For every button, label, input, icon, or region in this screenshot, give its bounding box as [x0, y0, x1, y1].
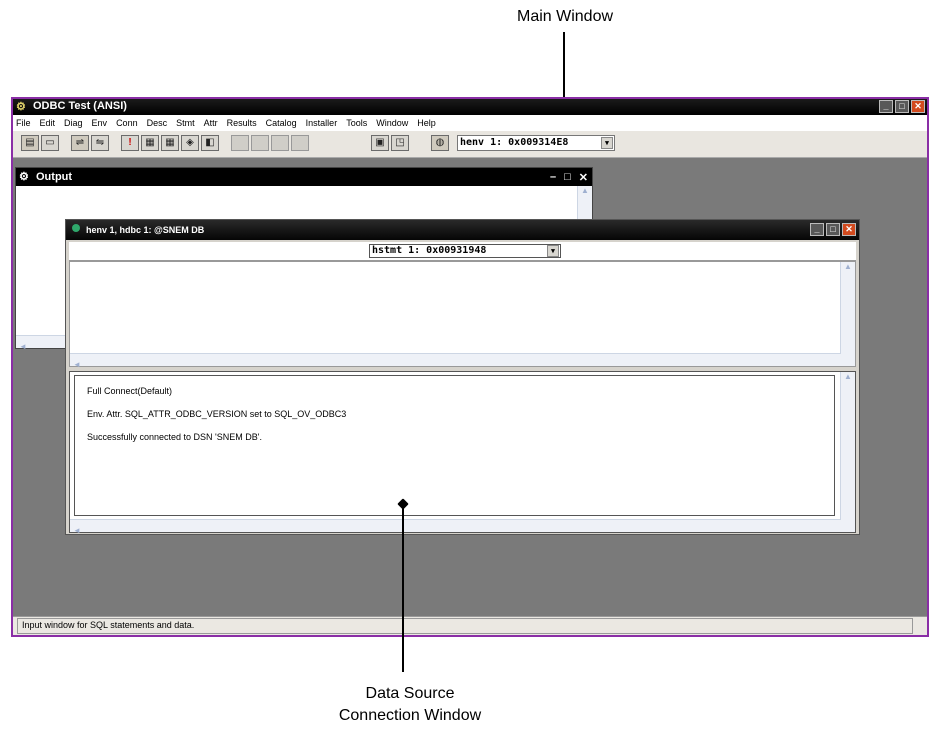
window-cascade-icon[interactable]: ◳	[391, 135, 409, 151]
scroll-left-icon[interactable]: ◄	[70, 360, 81, 369]
close-icon[interactable]: ✕	[911, 100, 925, 113]
disabled-button-4[interactable]	[291, 135, 309, 151]
result-line: Full Connect(Default)	[87, 386, 173, 396]
leader-line-connection	[402, 505, 404, 672]
connection-status-icon	[72, 224, 80, 232]
hstmt-bar: hstmt 1: 0x00931948 ▼	[69, 242, 856, 261]
status-text: Input window for SQL statements and data…	[17, 618, 913, 634]
connection-window-title: henv 1, hdbc 1: @SNEM DB	[86, 225, 205, 235]
minimize-icon[interactable]: _	[810, 223, 824, 236]
menu-attr[interactable]: Attr	[204, 118, 218, 128]
hstmt-select[interactable]: hstmt 1: 0x00931948 ▼	[369, 244, 561, 258]
window-tile-icon[interactable]: ▣	[371, 135, 389, 151]
scroll-up-icon[interactable]: ▲	[841, 372, 855, 381]
menu-help[interactable]: Help	[417, 118, 436, 128]
scroll-left-icon[interactable]: ◄	[16, 342, 27, 351]
execute-icon[interactable]: !	[121, 135, 139, 151]
main-window-title: ODBC Test (ANSI)	[33, 100, 127, 112]
connect-icon[interactable]: ⇌	[71, 135, 89, 151]
output-titlebar: ⚙ Output – □ ✕	[16, 168, 592, 186]
close-icon[interactable]: ✕	[842, 223, 856, 236]
toolbar: ▤ ▭ ⇌ ⇋ ! ▦ ▦ ◈ ◧ ▣ ◳ ◍ henv 1: 0x009314…	[13, 131, 927, 158]
menu-file[interactable]: File	[16, 118, 31, 128]
close-icon[interactable]: ✕	[579, 171, 588, 184]
menu-env[interactable]: Env	[92, 118, 108, 128]
minimize-icon[interactable]: _	[879, 100, 893, 113]
menu-tools[interactable]: Tools	[346, 118, 367, 128]
input-horizontal-scrollbar[interactable]: ◄	[70, 353, 841, 369]
callout-main-window: Main Window	[516, 8, 614, 25]
disabled-button-2[interactable]	[251, 135, 269, 151]
menu-conn[interactable]: Conn	[116, 118, 138, 128]
menu-installer[interactable]: Installer	[306, 118, 338, 128]
result-line: Successfully connected to DSN 'SNEM DB'.	[87, 432, 263, 442]
main-titlebar: ⚙ ODBC Test (ANSI) _ □ ✕	[13, 99, 927, 115]
odbc-plug-icon: ⚙	[16, 101, 26, 113]
get-all-icon[interactable]: ◧	[201, 135, 219, 151]
hstmt-select-value: hstmt 1: 0x00931948	[372, 245, 487, 256]
maximize-icon[interactable]: □	[826, 223, 840, 236]
menu-window[interactable]: Window	[376, 118, 408, 128]
results-pane: Full Connect(Default) Env. Attr. SQL_ATT…	[69, 371, 856, 535]
results-horizontal-scrollbar[interactable]: ◄	[70, 519, 841, 535]
output-window-title: Output	[36, 171, 73, 183]
connection-window: henv 1, hdbc 1: @SNEM DB _ □ ✕ hstmt 1: …	[65, 219, 860, 535]
results-vertical-scrollbar[interactable]: ▲	[840, 372, 855, 532]
menu-catalog[interactable]: Catalog	[266, 118, 297, 128]
chevron-down-icon[interactable]: ▼	[601, 137, 613, 149]
callout-connection-window: Data Source Connection Window	[250, 683, 570, 727]
callout-connection-line2: Connection Window	[338, 707, 482, 724]
save-icon[interactable]: ▭	[41, 135, 59, 151]
input-vertical-scrollbar[interactable]: ▲	[840, 262, 855, 366]
fetch-icon[interactable]: ▦	[141, 135, 159, 151]
menubar: File Edit Diag Env Conn Desc Stmt Attr R…	[13, 115, 927, 131]
results-log[interactable]: Full Connect(Default) Env. Attr. SQL_ATT…	[74, 375, 835, 516]
open-folder-icon[interactable]: ▤	[21, 135, 39, 151]
output-window-controls: – □ ✕	[550, 171, 588, 184]
options-icon[interactable]: ◍	[431, 135, 449, 151]
henv-select[interactable]: henv 1: 0x009314E8 ▼	[457, 135, 615, 151]
menu-desc[interactable]: Desc	[147, 118, 168, 128]
callout-connection-line1: Data Source	[365, 685, 455, 702]
henv-select-value: henv 1: 0x009314E8	[460, 137, 569, 148]
maximize-icon[interactable]: □	[895, 100, 909, 113]
menu-results[interactable]: Results	[227, 118, 257, 128]
maximize-icon[interactable]: □	[564, 171, 571, 184]
disabled-button-3[interactable]	[271, 135, 289, 151]
table-icon[interactable]: ▦	[161, 135, 179, 151]
chevron-down-icon[interactable]: ▼	[547, 245, 559, 257]
status-bar: Input window for SQL statements and data…	[13, 616, 927, 635]
menu-diag[interactable]: Diag	[64, 118, 83, 128]
get-data-icon[interactable]: ◈	[181, 135, 199, 151]
main-window-controls: _ □ ✕	[879, 100, 925, 113]
menu-stmt[interactable]: Stmt	[176, 118, 195, 128]
odbc-plug-icon: ⚙	[19, 171, 29, 183]
disconnect-icon[interactable]: ⇋	[91, 135, 109, 151]
scroll-up-icon[interactable]: ▲	[841, 262, 855, 271]
scroll-up-icon[interactable]: ▲	[578, 186, 592, 195]
sql-input-pane[interactable]: ▲ ◄	[69, 261, 856, 369]
menu-edit[interactable]: Edit	[40, 118, 56, 128]
minimize-icon[interactable]: –	[550, 171, 556, 184]
disabled-button-1[interactable]	[231, 135, 249, 151]
connection-window-controls: _ □ ✕	[810, 223, 856, 236]
connection-titlebar: henv 1, hdbc 1: @SNEM DB _ □ ✕	[66, 220, 859, 240]
scroll-left-icon[interactable]: ◄	[70, 526, 81, 535]
result-line: Env. Attr. SQL_ATTR_ODBC_VERSION set to …	[87, 409, 347, 419]
